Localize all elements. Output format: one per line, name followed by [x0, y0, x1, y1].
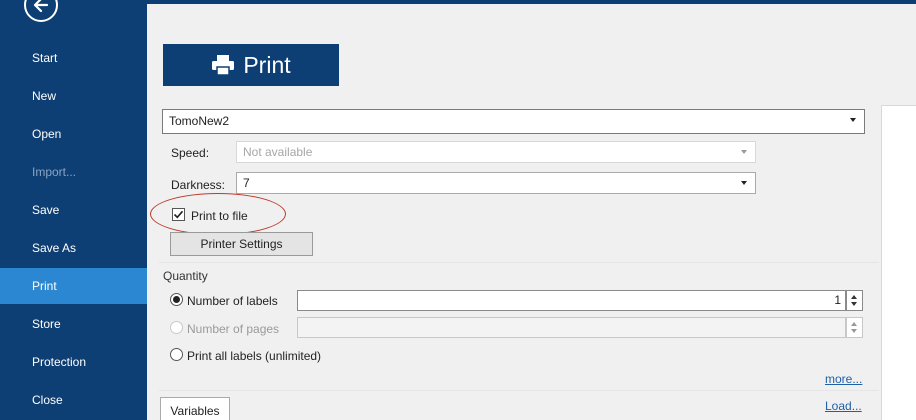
back-arrow-icon[interactable] [24, 0, 58, 22]
speed-select-value: Not available [243, 145, 313, 159]
number-of-pages-radio[interactable] [170, 321, 183, 334]
section-divider [159, 390, 879, 391]
sidebar-item-start[interactable]: Start [0, 40, 147, 76]
stepper-up-icon [851, 295, 857, 299]
number-of-labels-stepper[interactable] [846, 290, 863, 311]
number-of-pages-input[interactable] [297, 317, 846, 338]
chevron-down-icon [741, 181, 747, 185]
print-to-file-label: Print to file [191, 209, 248, 223]
number-of-labels-radio[interactable] [170, 293, 183, 306]
printer-select[interactable]: TomoNew2 [162, 109, 865, 134]
speed-select[interactable]: Not available [236, 141, 756, 163]
printer-select-value: TomoNew2 [169, 114, 230, 128]
print-button[interactable]: Print [163, 44, 339, 86]
chevron-down-icon [741, 150, 747, 154]
number-of-pages-stepper[interactable] [846, 317, 863, 338]
chevron-down-icon [850, 118, 856, 122]
number-of-labels-input[interactable]: 1 [297, 290, 846, 311]
label-preview-panel [881, 105, 916, 420]
sidebar-item-close[interactable]: Close [0, 382, 147, 418]
sidebar-item-new[interactable]: New [0, 78, 147, 114]
print-to-file-checkbox[interactable] [172, 208, 185, 221]
print-button-label: Print [243, 51, 291, 78]
stepper-down-icon [851, 329, 857, 333]
tab-variables[interactable]: Variables [160, 397, 230, 420]
checkmark-icon [173, 210, 184, 219]
sidebar-item-save[interactable]: Save [0, 192, 147, 228]
print-all-labels-radio[interactable] [170, 348, 183, 361]
darkness-select-value: 7 [243, 176, 250, 190]
section-divider [159, 262, 879, 263]
load-link[interactable]: Load... [825, 399, 862, 413]
stepper-up-icon [851, 322, 857, 326]
sidebar-item-open[interactable]: Open [0, 116, 147, 152]
darkness-select[interactable]: 7 [236, 172, 756, 194]
darkness-label: Darkness: [171, 178, 226, 192]
quantity-title: Quantity [163, 269, 208, 283]
sidebar-item-import[interactable]: Import... [0, 154, 147, 190]
sidebar-item-print[interactable]: Print [0, 268, 147, 304]
more-link[interactable]: more... [825, 372, 862, 386]
printer-settings-button[interactable]: Printer Settings [170, 232, 313, 256]
sidebar-item-store[interactable]: Store [0, 306, 147, 342]
stepper-down-icon [851, 302, 857, 306]
print-all-labels-label: Print all labels (unlimited) [187, 349, 322, 363]
number-of-pages-label: Number of pages [187, 322, 280, 336]
print-pane: Print TomoNew2 Speed: Not available Dark… [147, 4, 916, 420]
speed-label: Speed: [171, 146, 210, 160]
sidebar-item-save-as[interactable]: Save As [0, 230, 147, 266]
backstage-sidebar: Start New Open Import... Save Save As Pr… [0, 0, 147, 420]
number-of-labels-label: Number of labels [187, 294, 278, 308]
sidebar-item-protection[interactable]: Protection [0, 344, 147, 380]
printer-icon [212, 55, 235, 76]
